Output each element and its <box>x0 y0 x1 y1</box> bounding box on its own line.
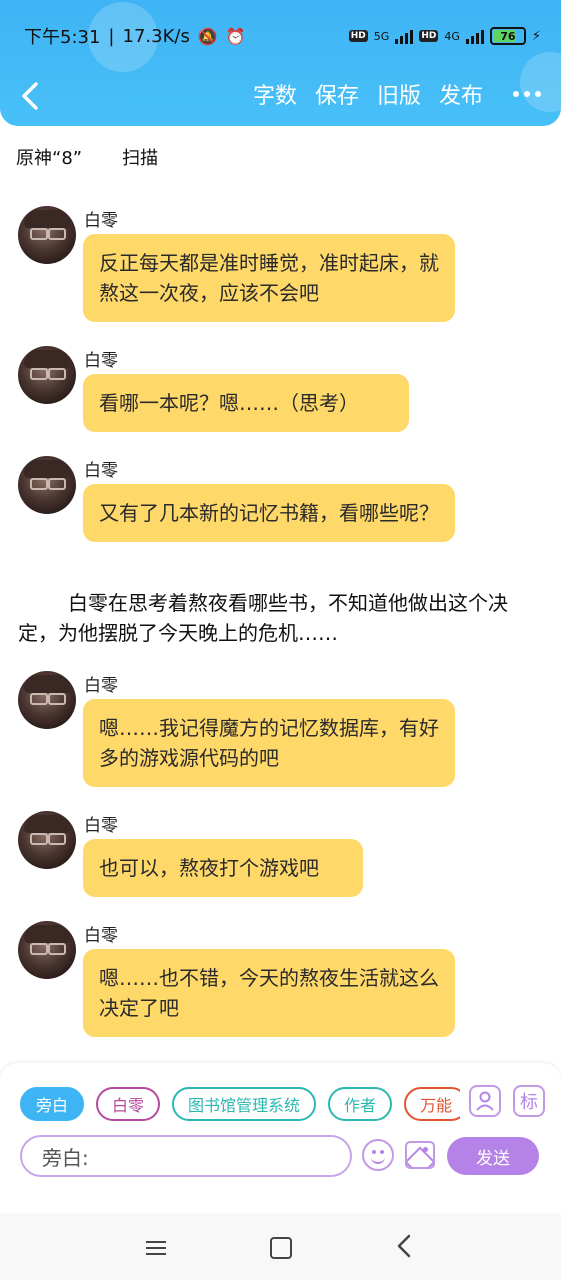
battery-icon: 76 <box>489 27 526 45</box>
chip-universal[interactable]: 万能 <box>404 1087 460 1121</box>
hd-badge-1: HD <box>348 30 368 42</box>
message-input-placeholder: 旁白: <box>42 1145 89 1170</box>
avatar[interactable] <box>18 206 76 264</box>
signal-icon-2 <box>465 28 484 44</box>
sender-name: 白零 <box>84 676 118 696</box>
message-bubble[interactable]: 也可以，熬夜打个游戏吧 <box>83 839 363 897</box>
back-nav-icon[interactable] <box>396 1233 412 1263</box>
sender-name: 白零 <box>84 926 118 946</box>
send-button[interactable]: 发送 <box>447 1137 539 1175</box>
narration-text[interactable]: 白零在思考着熬夜看哪些书，不知道他做出这个决定，为他摆脱了今天晚上的危机…… <box>18 588 538 648</box>
sender-name: 白零 <box>84 351 118 371</box>
subbar: 原神“8” 扫描 <box>16 144 158 170</box>
emoji-icon[interactable] <box>362 1139 394 1171</box>
scan-button[interactable]: 扫描 <box>122 144 158 170</box>
message-bubble[interactable]: 嗯……我记得魔方的记忆数据库，有好多的游戏源代码的吧 <box>83 699 455 787</box>
hd-badge-2: HD <box>419 30 439 42</box>
composer-panel: 旁白 白零 图书馆管理系统 作者 万能 标 旁白: 发送 <box>0 1063 561 1213</box>
signal-icon-1 <box>395 28 414 44</box>
sender-name: 白零 <box>84 461 118 481</box>
network-4g-label: 4G <box>444 29 460 43</box>
message-bubble[interactable]: 嗯……也不错，今天的熬夜生活就这么决定了吧 <box>83 949 455 1037</box>
charging-icon: ⚡ <box>531 28 541 44</box>
avatar[interactable] <box>18 921 76 979</box>
character-icon[interactable] <box>469 1085 501 1117</box>
status-time: 下午5:31 <box>24 27 101 48</box>
system-navigation-bar <box>0 1213 561 1280</box>
message-bubble[interactable]: 反正每天都是准时睡觉，准时起床，就熬这一次夜，应该不会吧 <box>83 234 455 322</box>
status-bar: 下午5:31 | 17.3K/s 🔕 ⏰ HD 5G HD 4G 76 ⚡ <box>24 22 541 50</box>
alarm-icon: ⏰ <box>225 26 246 46</box>
back-button[interactable] <box>18 78 46 114</box>
chip-narration[interactable]: 旁白 <box>20 1087 85 1121</box>
network-5g-label: 5G <box>373 29 390 43</box>
role-chips: 旁白 白零 图书馆管理系统 作者 万能 <box>20 1087 460 1123</box>
tag-button-label: 标 <box>520 1092 538 1113</box>
chip-library-system[interactable]: 图书馆管理系统 <box>172 1087 317 1121</box>
battery-level: 76 <box>500 29 516 43</box>
message-bubble[interactable]: 又有了几本新的记忆书籍，看哪些呢？ <box>83 484 455 542</box>
image-icon[interactable] <box>405 1141 435 1169</box>
menu-icon[interactable] <box>146 1237 166 1259</box>
status-speed: 17.3K/s <box>122 25 190 47</box>
sender-name: 白零 <box>84 211 118 231</box>
avatar[interactable] <box>18 671 76 729</box>
chevron-left-icon <box>22 82 38 110</box>
message-input[interactable]: 旁白: <box>20 1135 352 1177</box>
save-button[interactable]: 保存 <box>315 78 359 110</box>
message-bubble[interactable]: 看哪一本呢？嗯……（思考） <box>83 374 409 432</box>
status-separator: | <box>108 25 115 47</box>
home-icon[interactable] <box>270 1237 292 1259</box>
top-header: 下午5:31 | 17.3K/s 🔕 ⏰ HD 5G HD 4G 76 ⚡ 字数… <box>0 0 561 126</box>
top-nav: 字数 保存 旧版 发布 <box>0 78 561 114</box>
avatar[interactable] <box>18 811 76 869</box>
sender-name: 白零 <box>84 816 118 836</box>
avatar[interactable] <box>18 346 76 404</box>
old-version-button[interactable]: 旧版 <box>377 78 421 110</box>
mute-icon: 🔕 <box>197 26 218 46</box>
chip-author[interactable]: 作者 <box>328 1087 393 1121</box>
story-title: 原神“8” <box>16 148 83 169</box>
chip-bailing[interactable]: 白零 <box>96 1087 161 1121</box>
publish-button[interactable]: 发布 <box>439 78 483 110</box>
avatar[interactable] <box>18 456 76 514</box>
more-options-icon[interactable] <box>513 91 541 97</box>
tag-button[interactable]: 标 <box>513 1085 545 1117</box>
word-count-button[interactable]: 字数 <box>253 78 297 110</box>
